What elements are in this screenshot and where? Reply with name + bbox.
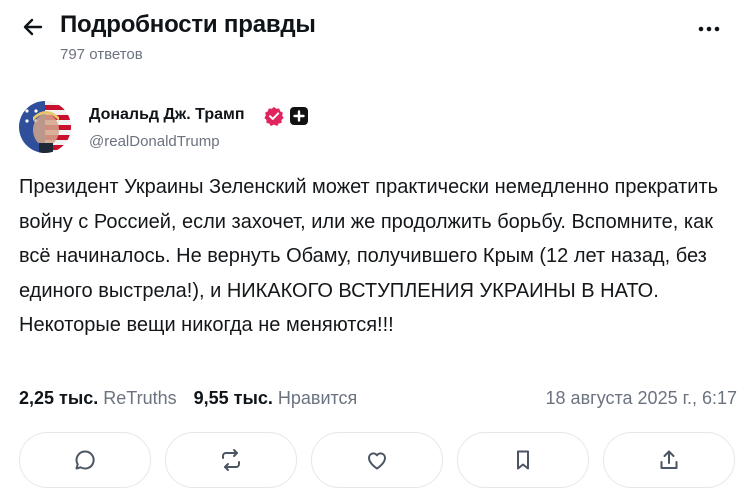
reply-icon [75,450,95,470]
author-name[interactable]: Дональд Дж. Трамп [89,106,245,124]
header: Подробности правды 797 ответов [0,0,751,80]
more-options-button[interactable] [694,14,724,44]
arrow-left-icon [23,18,43,36]
reply-button[interactable] [19,432,151,488]
retruths-count[interactable]: 2,25 тыс. [19,388,98,408]
page-title: Подробности правды [60,11,316,38]
back-button[interactable] [18,12,48,42]
heart-icon [367,452,387,470]
replies-count: 797 ответов [60,46,143,63]
share-button[interactable] [603,432,735,488]
likes-count[interactable]: 9,55 тыс. [194,388,273,408]
plus-badge-icon [290,107,308,125]
author-handle[interactable]: @realDonaldTrump [89,133,220,150]
share-icon [660,450,678,469]
avatar[interactable] [19,101,71,153]
action-bar [19,432,739,488]
more-horizontal-icon [698,26,720,32]
retruth-icon [222,449,240,471]
likes-label[interactable]: Нравится [278,388,357,408]
retruth-button[interactable] [165,432,297,488]
post-timestamp[interactable]: 18 августа 2025 г., 6:17 [546,388,737,409]
verified-badge-icon [264,106,284,126]
post-text: Президент Украины Зеленский может практи… [19,176,719,336]
bookmark-icon [517,450,529,470]
retruths-label[interactable]: ReTruths [103,388,176,408]
like-button[interactable] [311,432,443,488]
bookmark-button[interactable] [457,432,589,488]
avatar-image [19,101,71,153]
